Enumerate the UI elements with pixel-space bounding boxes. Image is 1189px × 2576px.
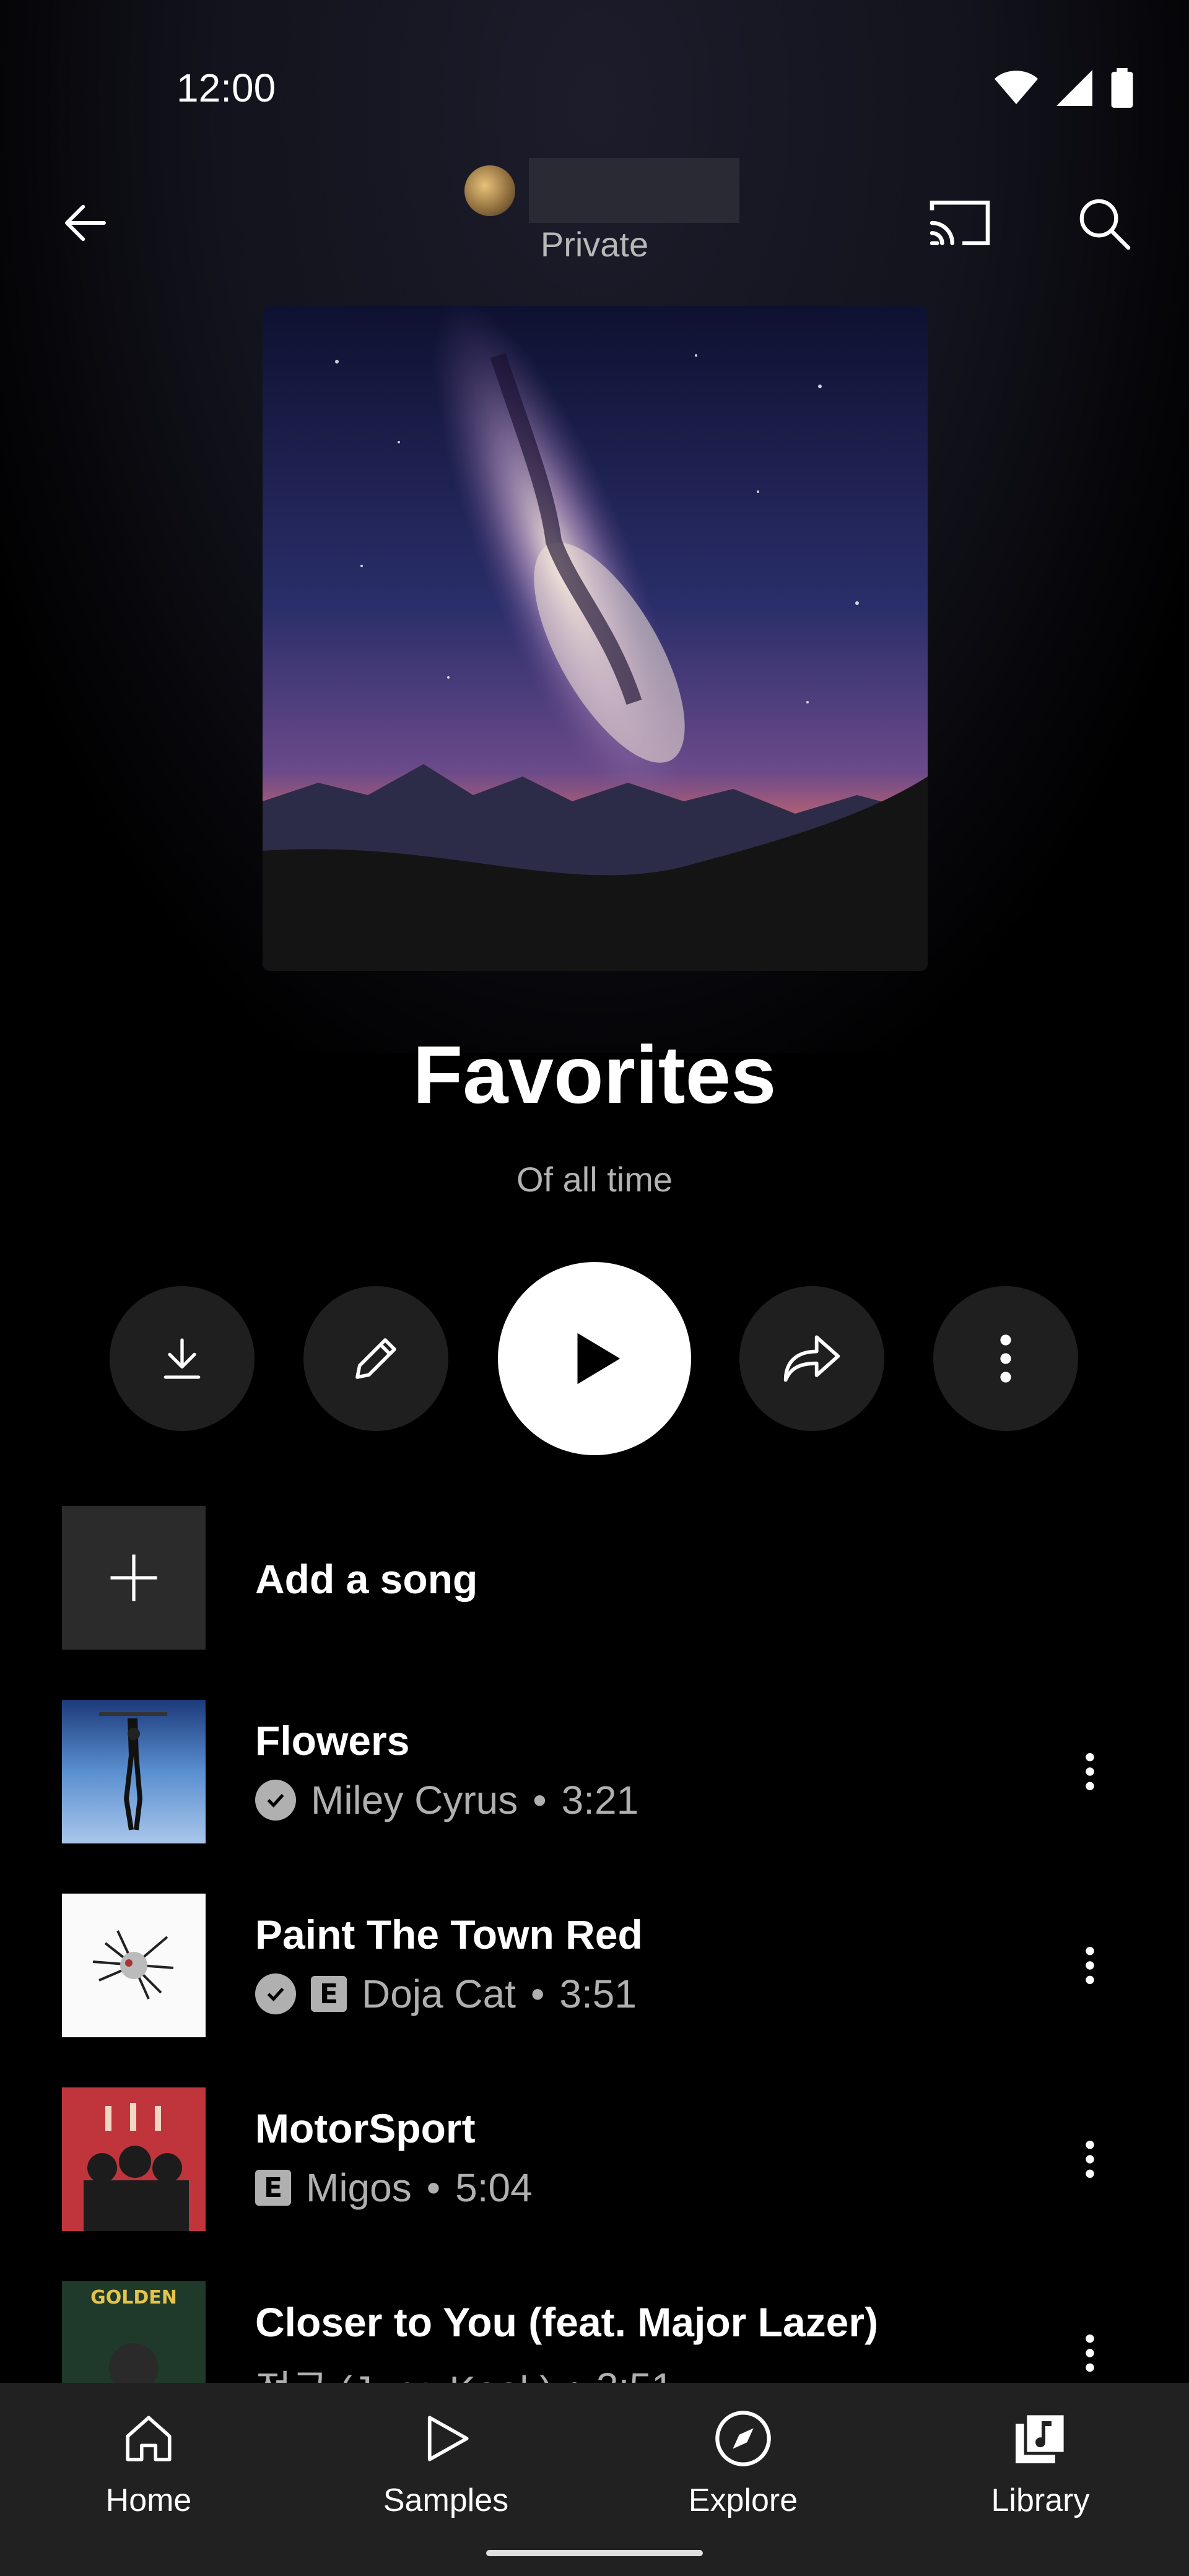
thumbnail-text: GOLDEN (90, 2287, 177, 2308)
explicit-badge: E (255, 2170, 291, 2206)
nav-samples[interactable]: Samples (347, 2383, 545, 2544)
song-menu-button[interactable] (1053, 1928, 1127, 2003)
song-thumbnail (62, 1894, 206, 2037)
nav-label: Samples (383, 2482, 509, 2518)
nav-explore[interactable]: Explore (644, 2383, 842, 2544)
owner-name-redacted (529, 158, 739, 223)
edit-button[interactable] (303, 1286, 448, 1431)
song-title: Paint The Town Red (255, 1912, 643, 1957)
nav-home[interactable]: Home (50, 2383, 248, 2544)
song-duration: 3:21 (561, 1778, 639, 1822)
add-song-row[interactable]: Add a song (62, 1506, 1127, 1650)
search-icon (1079, 199, 1130, 250)
nav-label: Explore (688, 2482, 798, 2518)
song-menu-button[interactable] (1053, 2122, 1127, 2196)
cast-button[interactable] (917, 180, 1003, 266)
milky-way-image (263, 306, 928, 971)
song-title: MotorSport (255, 2105, 476, 2151)
song-row[interactable]: Paint The Town Red E Doja Cat • 3:51 (62, 1894, 1127, 2037)
song-menu-button[interactable] (1053, 2316, 1127, 2390)
playlist-artwork (263, 306, 928, 971)
nav-library[interactable]: Library (941, 2383, 1139, 2544)
playlist-owner[interactable] (464, 158, 739, 223)
battery-icon (1111, 68, 1133, 108)
gesture-bar[interactable] (486, 2550, 703, 2556)
cast-icon (930, 201, 990, 245)
playlist-title: Favorites (412, 1029, 777, 1120)
meta-separator: • (531, 1972, 545, 2016)
pencil-icon (355, 1338, 396, 1379)
song-row[interactable]: MotorSport E Migos • 5:04 (62, 2087, 1127, 2231)
song-title: Flowers (255, 1718, 410, 1764)
cellular-icon (1056, 70, 1092, 106)
wifi-icon (995, 71, 1038, 105)
plus-icon (110, 1554, 157, 1601)
nav-label: Library (991, 2482, 1090, 2518)
privacy-label: Private (540, 225, 649, 264)
play-icon (577, 1333, 621, 1385)
status-bar: 12:00 (0, 0, 1189, 142)
nav-label: Home (105, 2482, 192, 2518)
song-thumbnail (62, 1700, 206, 1843)
download-button[interactable] (110, 1286, 255, 1431)
more-vertical-icon (1086, 1752, 1094, 1791)
share-button[interactable] (739, 1286, 884, 1431)
song-title: Closer to You (feat. Major Lazer) (255, 2299, 879, 2345)
status-time: 12:00 (176, 66, 276, 110)
play-button[interactable] (498, 1262, 691, 1455)
download-icon (163, 1338, 201, 1379)
compass-icon (712, 2408, 774, 2469)
library-music-icon (1009, 2408, 1071, 2469)
song-artist: Migos (306, 2165, 412, 2210)
song-duration: 5:04 (455, 2165, 533, 2210)
downloaded-check-icon (255, 1973, 296, 2014)
samples-play-icon (415, 2408, 477, 2469)
meta-separator: • (533, 1778, 547, 1822)
share-icon (783, 1335, 840, 1382)
song-menu-button[interactable] (1053, 1734, 1127, 1809)
add-song-label: Add a song (255, 1556, 478, 1602)
song-thumbnail (62, 2087, 206, 2231)
song-row[interactable]: Flowers Miley Cyrus • 3:21 (62, 1700, 1127, 1843)
playlist-description: Of all time (516, 1160, 673, 1199)
downloaded-check-icon (255, 1780, 296, 1821)
add-song-box[interactable] (62, 1506, 206, 1650)
more-options-button[interactable] (933, 1286, 1078, 1431)
more-vertical-icon (1000, 1334, 1011, 1383)
meta-separator: • (426, 2165, 441, 2210)
more-vertical-icon (1086, 1946, 1094, 1985)
search-button[interactable] (1060, 180, 1147, 266)
more-vertical-icon (1086, 2140, 1094, 2178)
song-artist: Miley Cyrus (311, 1778, 518, 1822)
song-artist: Doja Cat (362, 1972, 516, 2016)
avatar[interactable] (464, 165, 515, 216)
song-duration: 3:51 (559, 1972, 637, 2016)
explicit-badge: E (311, 1976, 347, 2012)
more-vertical-icon (1086, 2334, 1094, 2372)
bottom-navigation: Home Samples Explore Library (0, 2383, 1189, 2576)
home-icon (118, 2408, 180, 2469)
